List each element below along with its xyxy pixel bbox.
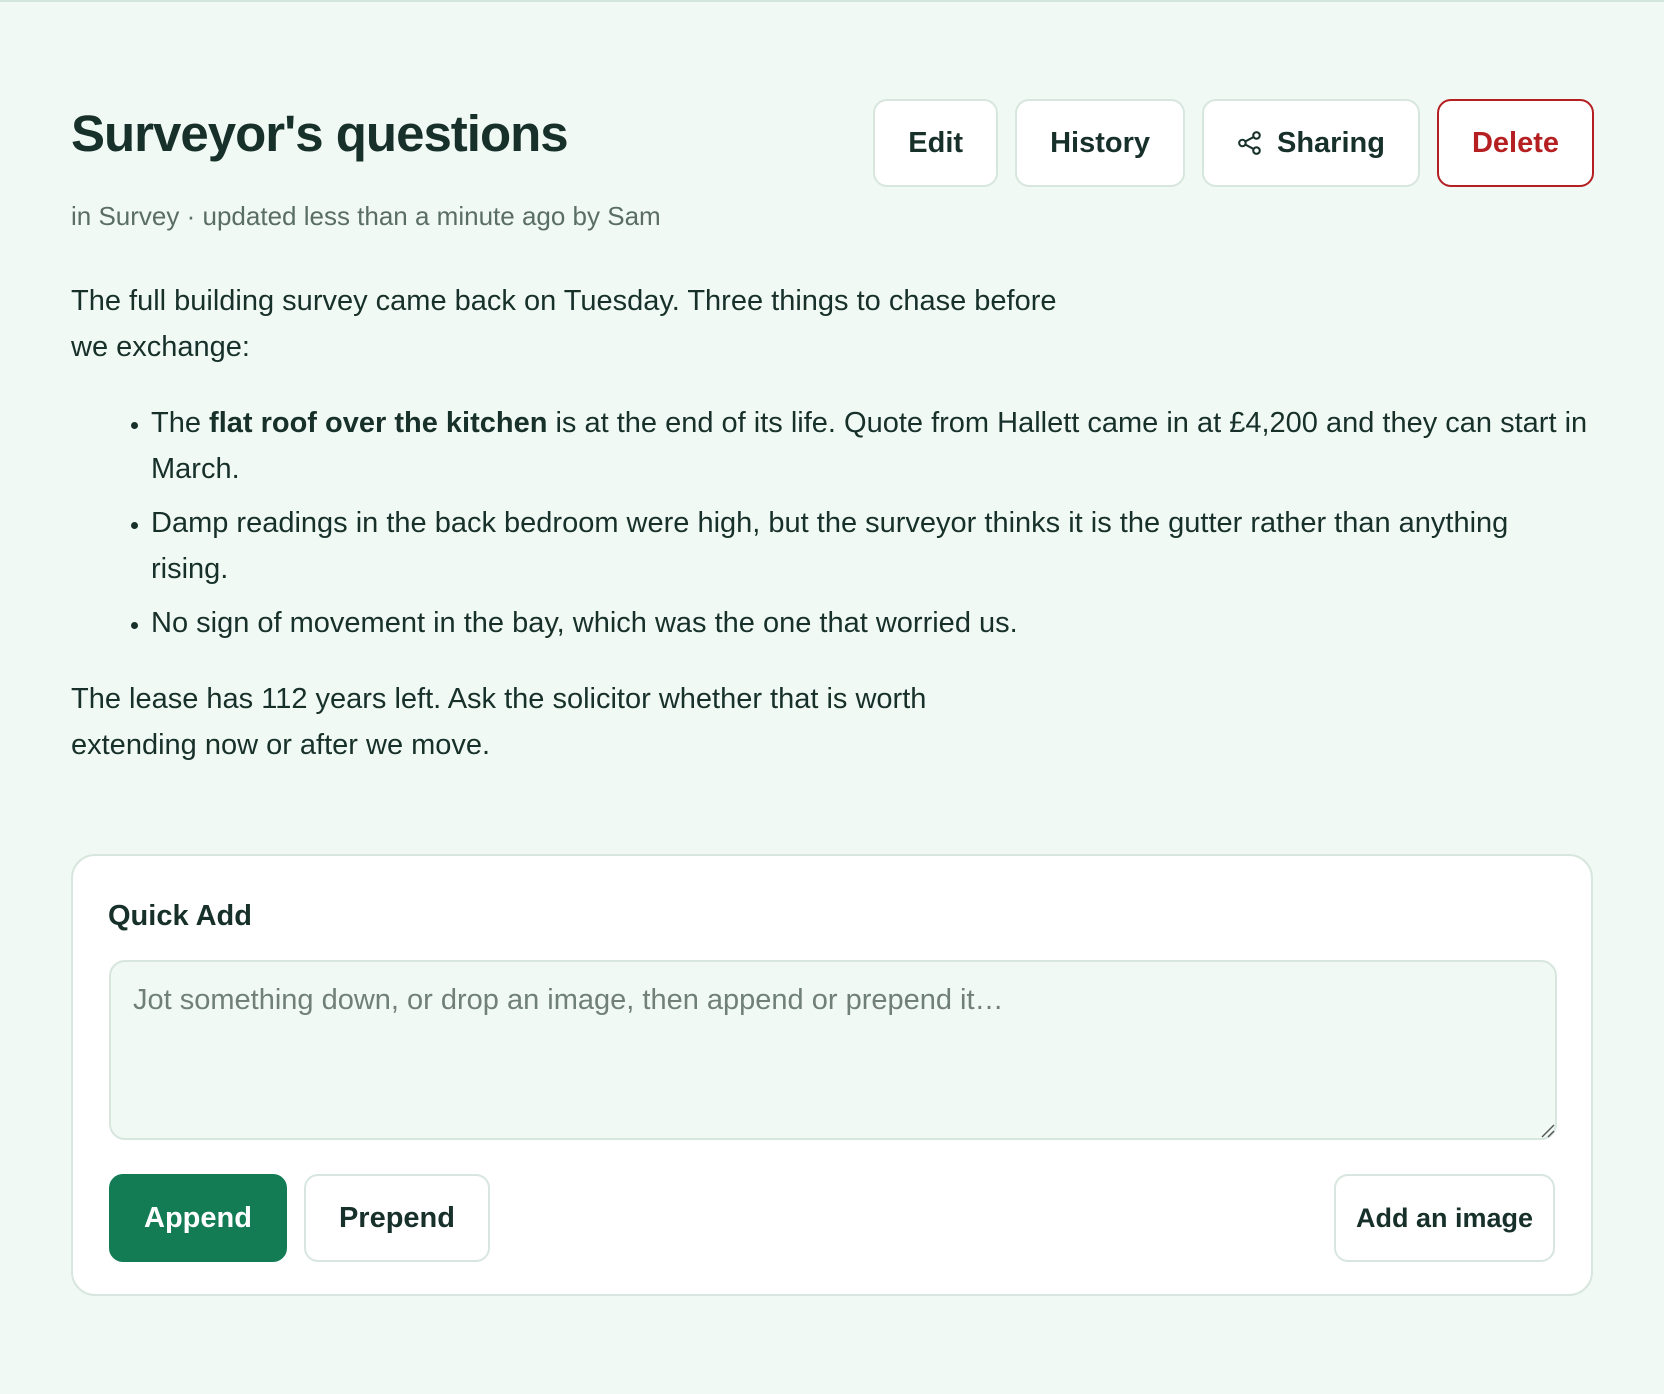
share-icon bbox=[1237, 130, 1263, 156]
meta-prefix: in bbox=[71, 201, 99, 231]
delete-button[interactable]: Delete bbox=[1436, 99, 1594, 187]
note-meta: in Survey · updated less than a minute a… bbox=[71, 201, 661, 232]
list-item: Damp readings in the back bedroom were h… bbox=[151, 500, 1591, 592]
quick-add-input[interactable] bbox=[109, 960, 1557, 1140]
quick-add-image-actions: Add an image bbox=[1333, 1174, 1555, 1262]
sharing-label: Sharing bbox=[1276, 126, 1385, 159]
list-item: The flat roof over the kitchen is at the… bbox=[151, 400, 1591, 492]
closing-paragraph: The lease has 112 years left. Ask the so… bbox=[71, 683, 927, 761]
meta-separator: · bbox=[179, 201, 203, 231]
page-title: Surveyor's questions bbox=[71, 105, 569, 162]
meta-updated: updated less than a minute ago by Sam bbox=[202, 201, 661, 231]
note-body: The full building survey came back on Tu… bbox=[71, 278, 1591, 768]
quick-add-title: Quick Add bbox=[108, 900, 252, 932]
note-header: Surveyor's questions in Survey · updated… bbox=[71, 2, 1594, 242]
history-button[interactable]: History bbox=[1015, 99, 1185, 187]
sharing-button[interactable]: Sharing bbox=[1201, 99, 1420, 187]
quick-add-panel: Quick Add Append Prepend Add an image bbox=[71, 854, 1593, 1296]
note-page: Surveyor's questions in Survey · updated… bbox=[71, 2, 1594, 1296]
bullet-bold: flat roof over the kitchen bbox=[209, 407, 548, 439]
quick-add-actions: Append Prepend bbox=[109, 1174, 490, 1262]
bullet-list: The flat roof over the kitchen is at the… bbox=[71, 400, 1591, 646]
bullet-prefix: The bbox=[151, 407, 210, 439]
meta-category: Survey bbox=[98, 201, 180, 231]
list-item: No sign of movement in the bay, which wa… bbox=[151, 600, 1591, 646]
note-actions: Edit History Sharing Delete bbox=[873, 99, 1594, 187]
intro-paragraph: The full building survey came back on Tu… bbox=[71, 285, 1057, 363]
append-button[interactable]: Append bbox=[109, 1174, 287, 1262]
edit-button[interactable]: Edit bbox=[873, 99, 999, 187]
add-image-button[interactable]: Add an image bbox=[1333, 1174, 1555, 1262]
prepend-button[interactable]: Prepend bbox=[303, 1174, 490, 1262]
resize-grip-icon[interactable] bbox=[1539, 1122, 1555, 1138]
